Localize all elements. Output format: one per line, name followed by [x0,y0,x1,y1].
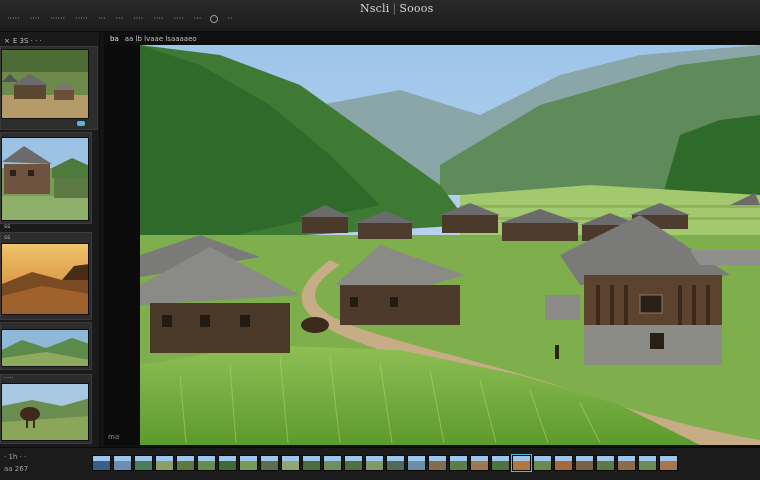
menu-item-10[interactable]: ·· [226,14,233,23]
thumbnail-sidebar: × E 3S · · · ss ss ····· ·· [0,32,100,447]
viewer-gutter: ma [104,45,140,445]
menu-item-5[interactable]: ··· [115,14,125,23]
sidebar-thumbnail-5[interactable]: ····· ·· [0,374,92,444]
filmstrip-thumbnail[interactable] [617,455,636,471]
filmstrip-info-line-2: aa 267 [4,465,29,473]
filmstrip-thumbnail[interactable] [596,455,615,471]
scroll-indicator[interactable] [77,121,85,126]
filmstrip-thumbnail[interactable] [659,455,678,471]
thumbnail-image [1,137,89,221]
window-title-right: Sooos [399,2,434,15]
sidebar-thumbnail-2[interactable]: ss [0,132,92,230]
filmstrip-thumbnail[interactable] [511,454,532,472]
menu-bar: ····· ···· ······ ····· ··· ··· ···· ···… [6,14,233,23]
thumbnail-image [1,383,89,441]
filmstrip: · 1h · · aa 267 [0,447,760,480]
filmstrip-thumbnail[interactable] [239,455,258,471]
close-icon[interactable]: × [4,37,10,45]
menu-item-4[interactable]: ··· [97,14,107,23]
thumbnail-caption: ss [4,223,11,230]
filmstrip-thumbnail[interactable] [365,455,384,471]
window-title-left: Nscli [360,2,390,15]
thumbnail-caption: ····· [4,375,14,382]
filmstrip-thumbnail[interactable] [428,455,447,471]
filmstrip-thumbnail[interactable] [281,455,300,471]
title-bar: ····· ···· ······ ····· ··· ··· ···· ···… [0,0,760,32]
menu-item-2[interactable]: ······ [49,14,66,23]
photo-viewer-app: ····· ···· ······ ····· ··· ··· ···· ···… [0,0,760,480]
main-viewer: ba aa lb lvaae lsaaaaeo ma [104,32,760,447]
filmstrip-thumbnail[interactable] [344,455,363,471]
settings-icon[interactable] [210,15,219,23]
menu-item-1[interactable]: ···· [29,14,41,23]
viewer-header-tag[interactable]: ba [110,35,119,43]
filmstrip-thumbnail[interactable] [449,455,468,471]
filmstrip-thumbnail[interactable] [407,455,426,471]
menu-item-9[interactable]: ··· [193,14,203,23]
menu-item-0[interactable]: ····· [6,14,21,23]
viewer-corner-label: ma [108,433,120,441]
filmstrip-thumbnail[interactable] [155,455,174,471]
filmstrip-thumbnail[interactable] [176,455,195,471]
filmstrip-thumbnail[interactable] [113,455,132,471]
filmstrip-thumbnail[interactable] [134,455,153,471]
filmstrip-thumbnail[interactable] [470,455,489,471]
filmstrip-thumbnail[interactable] [386,455,405,471]
filmstrip-thumbnail[interactable] [554,455,573,471]
sidebar-thumbnail-4[interactable] [0,322,92,370]
main-photo[interactable] [140,45,760,445]
filmstrip-thumbnail[interactable] [197,455,216,471]
menu-item-7[interactable]: ···· [152,14,164,23]
village-landscape-image [140,45,760,445]
filmstrip-thumbnails [92,454,678,472]
thumbnail-caption: ·· [4,435,8,442]
window-title: Nscli | Sooos [360,2,434,15]
sidebar-thumbnail-3[interactable]: ss [0,232,92,320]
sidebar-header-label: E 3S · · · [12,37,42,45]
filmstrip-thumbnail[interactable] [302,455,321,471]
menu-item-3[interactable]: ····· [74,14,89,23]
menu-item-8[interactable]: ···· [173,14,185,23]
filmstrip-thumbnail[interactable] [218,455,237,471]
filmstrip-thumbnail[interactable] [260,455,279,471]
thumbnail-image [1,49,89,119]
sidebar-thumbnail-1[interactable] [0,46,98,130]
filmstrip-thumbnail[interactable] [92,455,111,471]
filmstrip-thumbnail[interactable] [533,455,552,471]
filmstrip-info: · 1h · · aa 267 [4,451,28,475]
filmstrip-thumbnail[interactable] [575,455,594,471]
thumbnail-image [1,243,89,315]
menu-item-6[interactable]: ···· [132,14,144,23]
viewer-header-text: aa lb lvaae lsaaaaeo [124,35,197,43]
thumbnail-caption: ss [4,234,11,241]
viewer-header: ba aa lb lvaae lsaaaaeo [110,35,197,43]
filmstrip-thumbnail[interactable] [491,455,510,471]
filmstrip-thumbnail[interactable] [638,455,657,471]
thumbnail-image [1,329,89,367]
filmstrip-info-line-1: · 1h · · [4,453,27,461]
filmstrip-thumbnail[interactable] [323,455,342,471]
